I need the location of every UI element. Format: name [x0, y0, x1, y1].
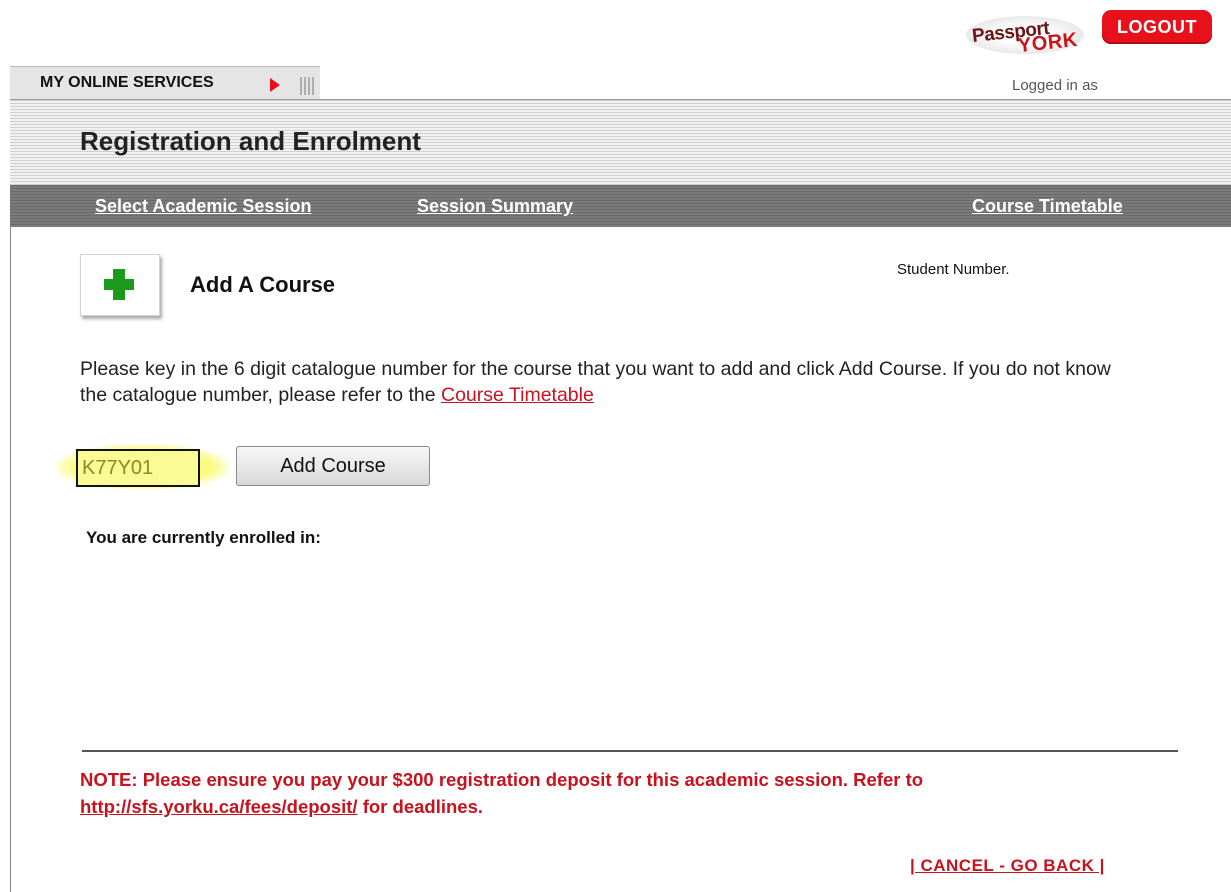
enrolled-heading: You are currently enrolled in:	[86, 528, 321, 547]
nav-session-summary-link[interactable]: Session Summary	[417, 196, 573, 217]
logo-york-word: YORK	[1016, 28, 1079, 58]
my-online-services-tab[interactable]: MY ONLINE SERVICES	[10, 66, 320, 100]
note-text-end: for deadlines.	[357, 796, 483, 817]
arrow-right-icon	[270, 78, 280, 92]
logged-in-text: Logged in as	[1012, 77, 1098, 94]
tab-label: MY ONLINE SERVICES	[40, 74, 214, 91]
divider	[82, 750, 1178, 752]
page-title: Registration and Enrolment	[80, 126, 421, 156]
grip-icon	[300, 77, 314, 95]
instructions-text: Please key in the 6 digit catalogue numb…	[80, 356, 1140, 408]
add-course-icon-box	[80, 254, 160, 316]
deposit-note: NOTE: Please ensure you pay your $300 re…	[80, 766, 1190, 820]
instructions-body: Please key in the 6 digit catalogue numb…	[80, 358, 1111, 406]
add-course-heading: Add A Course	[190, 272, 336, 297]
student-number-label: Student Number.	[897, 261, 1010, 278]
logout-button[interactable]: LOGOUT	[1102, 10, 1212, 44]
add-course-button[interactable]: Add Course	[236, 446, 430, 486]
nav-select-academic-session-link[interactable]: Select Academic Session	[95, 196, 311, 217]
plus-icon-vertical	[113, 269, 125, 300]
deposit-link[interactable]: http://sfs.yorku.ca/fees/deposit/	[80, 796, 358, 817]
cancel-go-back-link[interactable]: | CANCEL - GO BACK |	[910, 856, 1105, 876]
course-timetable-link[interactable]: Course Timetable	[441, 384, 594, 406]
catalogue-number-input[interactable]	[76, 449, 200, 487]
passport-york-logo: Passport YORK	[960, 10, 1092, 60]
note-text: NOTE: Please ensure you pay your $300 re…	[80, 769, 924, 790]
nav-course-timetable-link[interactable]: Course Timetable	[972, 196, 1123, 217]
